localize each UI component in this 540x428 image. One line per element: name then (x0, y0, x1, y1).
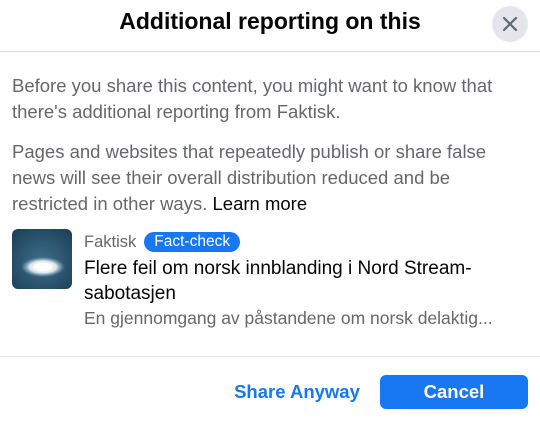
article-headline[interactable]: Flere feil om norsk innblanding i Nord S… (84, 256, 528, 306)
article-meta: Faktisk Fact-check (84, 231, 241, 253)
article-thumbnail (12, 229, 72, 289)
article-subtitle: En gjennomgang av påstandene om norsk de… (84, 308, 493, 328)
close-button[interactable] (492, 6, 528, 42)
dialog-header: Additional reporting on this (0, 0, 540, 52)
fact-check-badge: Fact-check (144, 232, 241, 252)
fact-check-article[interactable]: Faktisk Fact-check Flere feil om norsk i… (12, 229, 528, 329)
article-source: Faktisk (84, 232, 137, 251)
share-anyway-button[interactable]: Share Anyway (226, 375, 368, 409)
dialog-title: Additional reporting on this (119, 8, 421, 34)
learn-more-link[interactable]: Learn more (213, 193, 308, 214)
footer-divider (0, 356, 540, 357)
distribution-paragraph: Pages and websites that repeatedly publi… (12, 139, 528, 217)
info-paragraph: Before you share this content, you might… (12, 75, 493, 122)
close-icon (502, 16, 518, 32)
cancel-button[interactable]: Cancel (380, 375, 528, 409)
